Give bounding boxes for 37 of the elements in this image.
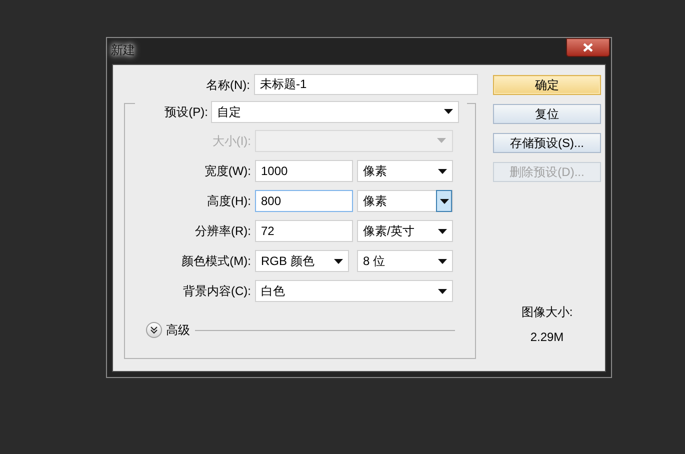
dropdown-arrow-icon: [437, 138, 447, 144]
number-field[interactable]: 800: [255, 190, 353, 212]
dropdown-field[interactable]: 白色: [255, 280, 453, 302]
field-label: 分辨率(R):: [194, 223, 251, 240]
dropdown-arrow-icon: [437, 258, 447, 264]
dropdown-field[interactable]: 自定: [211, 100, 459, 122]
image-size-label: 图像大小:: [520, 304, 574, 321]
field-label: 预设(P):: [164, 104, 208, 120]
window-title: 新建: [111, 41, 135, 59]
dropdown-arrow-icon: [437, 288, 447, 294]
field-label: 颜色模式(M):: [180, 253, 251, 270]
field-label: 高度(H):: [206, 193, 251, 210]
expand-toggle[interactable]: [146, 322, 162, 338]
dropdown-field[interactable]: 8 位: [357, 250, 453, 272]
dialog-button[interactable]: 确定: [493, 75, 601, 95]
chevron-icon: [150, 326, 158, 334]
dropdown-arrow-icon: [333, 258, 343, 264]
dropdown-arrow-icon: [437, 228, 447, 234]
dropdown-field[interactable]: 像素/英寸: [357, 220, 453, 242]
number-field[interactable]: 1000: [255, 160, 353, 182]
name-field[interactable]: 未标题-1: [254, 74, 478, 95]
field-label: 大小(I):: [211, 133, 251, 150]
dialog-button[interactable]: 复位: [493, 104, 601, 124]
field-label: 名称(N):: [205, 76, 250, 94]
dialog-button[interactable]: 存储预设(S)...: [493, 133, 601, 153]
image-size-value: 2.29M: [529, 329, 565, 346]
dropdown-field[interactable]: 像素: [357, 160, 453, 182]
section-label: 高级: [166, 322, 190, 339]
dropdown-field[interactable]: RGB 颜色: [255, 250, 349, 272]
dropdown-arrow-icon: [437, 168, 447, 174]
dropdown-field[interactable]: 像素: [357, 190, 453, 212]
close-icon: [583, 43, 593, 52]
field-label: 背景内容(C):: [182, 283, 251, 300]
field-label: 宽度(W):: [203, 163, 251, 180]
dropdown-arrow-icon: [443, 108, 453, 114]
close-button[interactable]: [566, 38, 610, 57]
number-field[interactable]: 72: [255, 220, 353, 242]
